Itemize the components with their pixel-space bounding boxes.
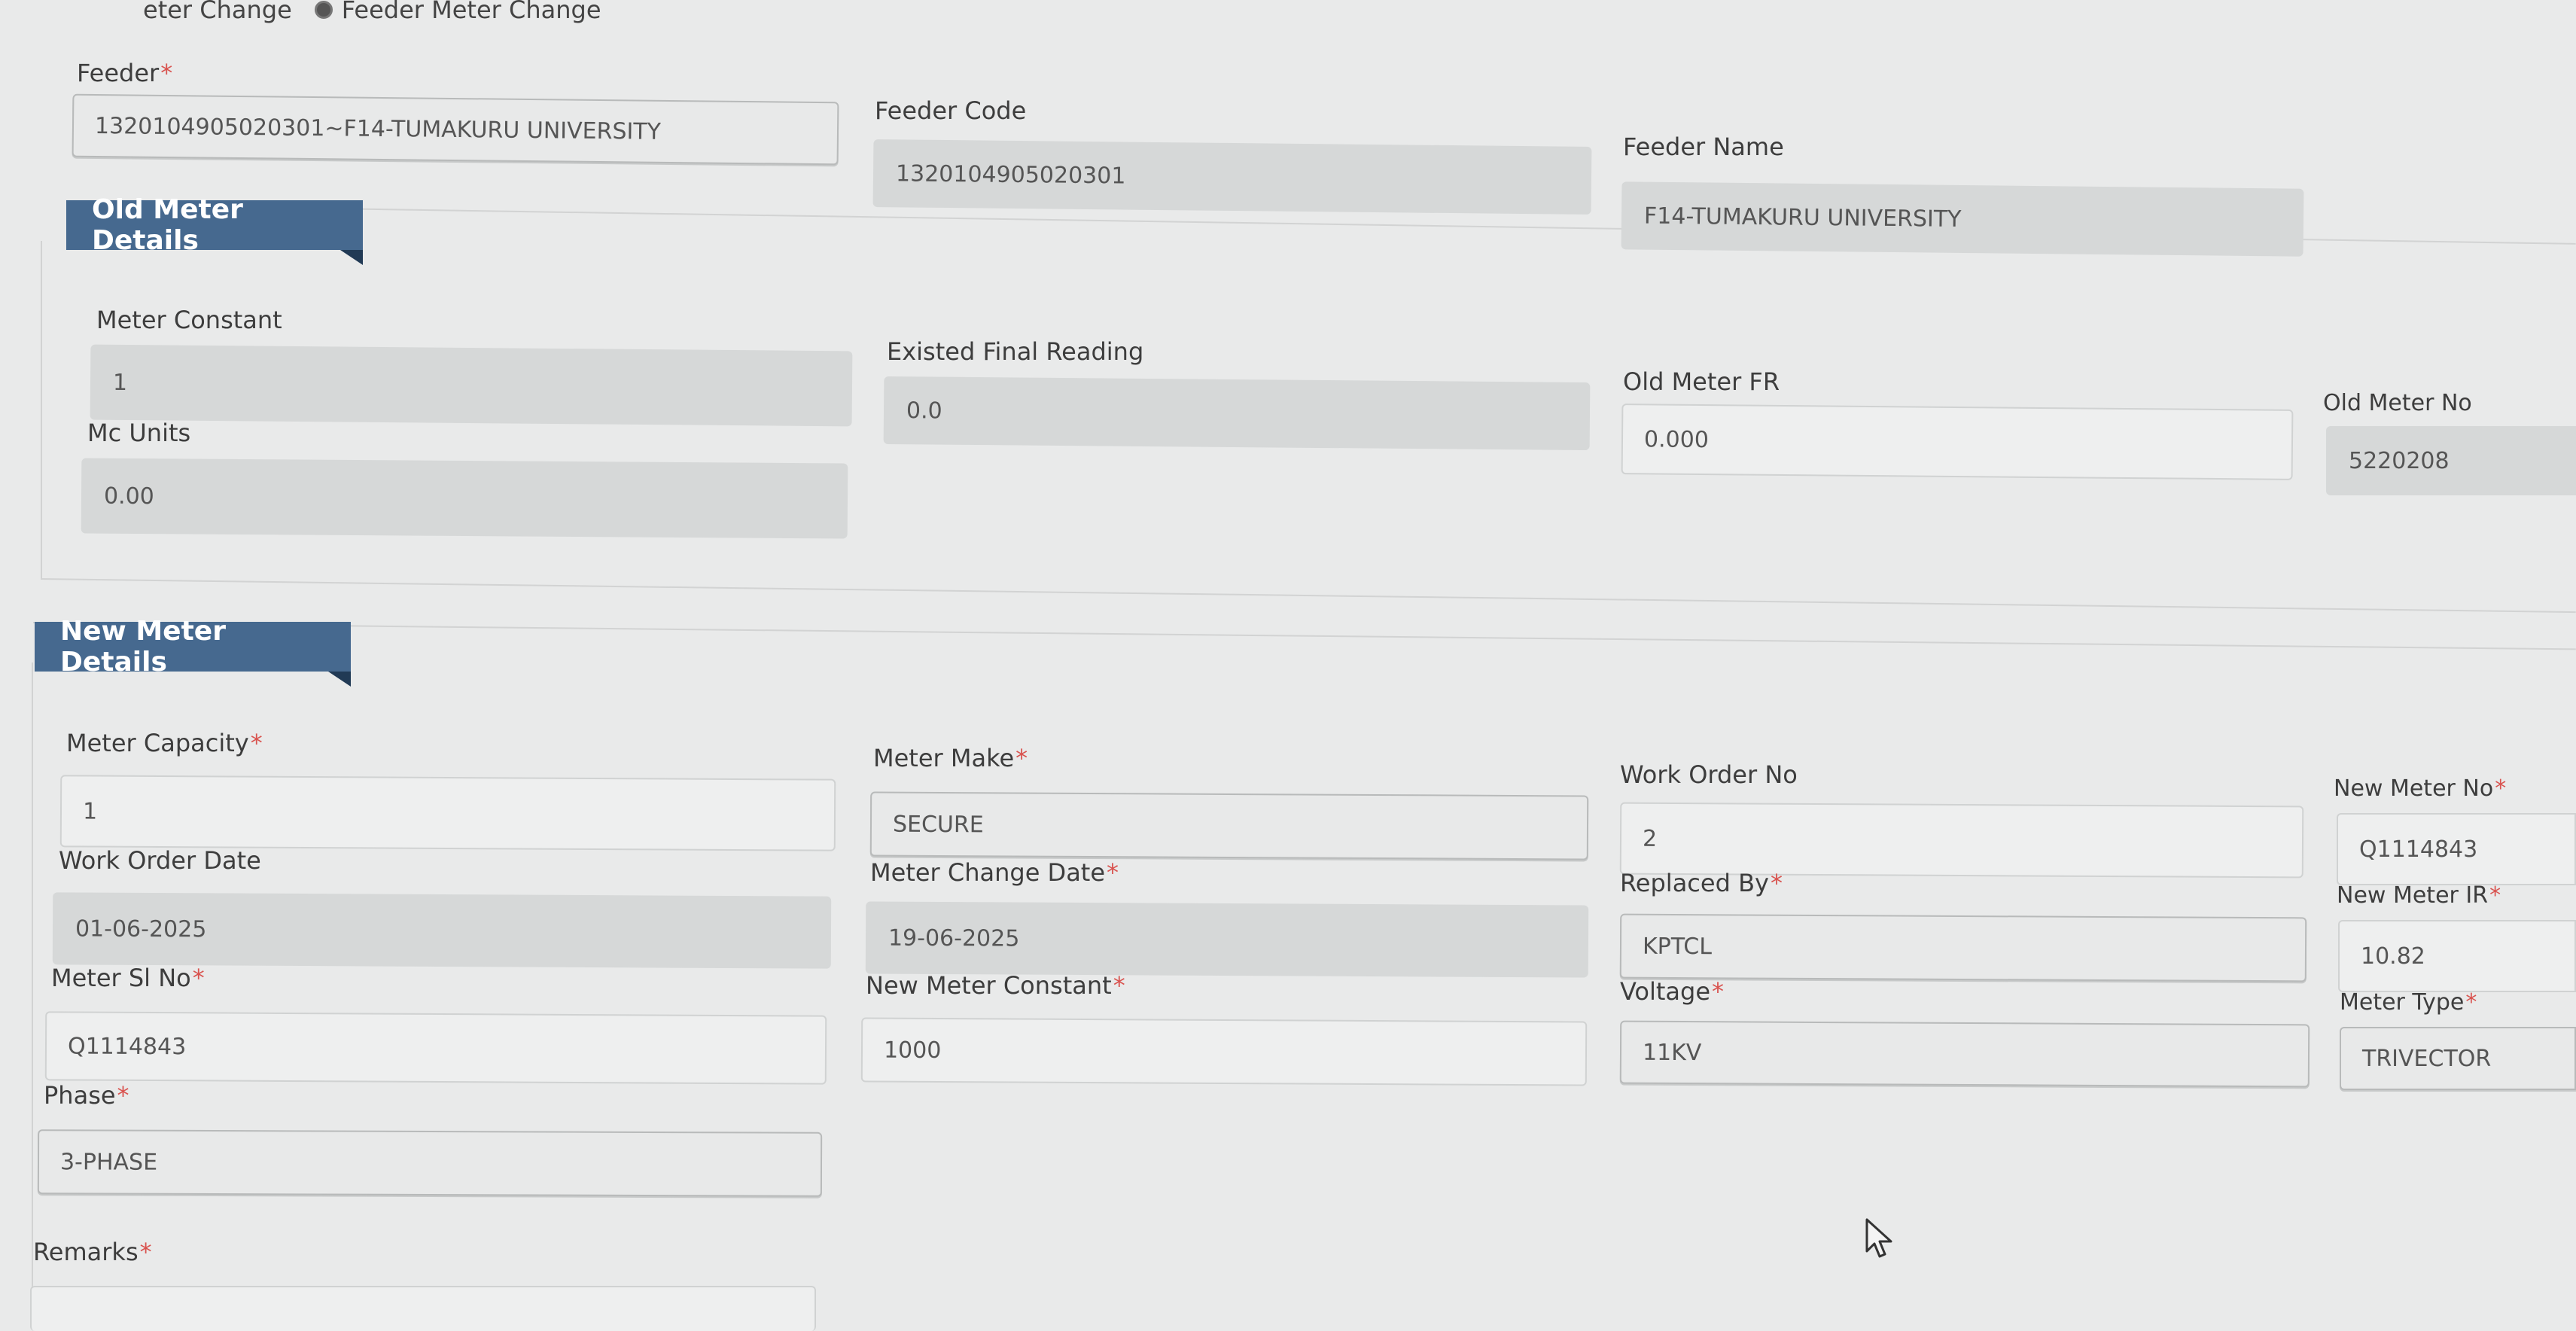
- voltage-select[interactable]: 11KV: [1619, 1020, 2310, 1088]
- feeder-select-value: 1320104905020301~F14-TUMAKURU UNIVERSITY: [94, 112, 662, 145]
- new-meter-no-value: Q1114843: [2359, 836, 2478, 863]
- meter-change-radio-label: eter Change: [143, 0, 292, 24]
- meter-make-value: SECURE: [892, 811, 984, 838]
- replaced-by-value: KPTCL: [1642, 933, 1713, 960]
- work-order-no-input[interactable]: 2: [1619, 802, 2304, 879]
- mc-units-field[interactable]: 0.00: [81, 458, 848, 539]
- new-meter-details-header: New Meter Details: [35, 616, 351, 687]
- meter-sl-no-label: Meter Sl No*: [51, 964, 205, 992]
- meter-change-date-field[interactable]: 19-06-2025: [865, 901, 1589, 978]
- meter-sl-no-input[interactable]: Q1114843: [44, 1011, 827, 1085]
- meter-type-label: Meter Type*: [2340, 989, 2477, 1016]
- old-meter-fr-label: Old Meter FR: [1623, 367, 1780, 396]
- existed-final-reading-value: 0.0: [906, 397, 942, 425]
- work-order-date-label: Work Order Date: [59, 846, 261, 875]
- voltage-value: 11KV: [1642, 1039, 1702, 1066]
- meter-make-label: Meter Make*: [873, 744, 1028, 772]
- replaced-by-select[interactable]: KPTCL: [1619, 913, 2307, 982]
- meter-constant-field[interactable]: 1: [90, 344, 853, 427]
- remarks-label: Remarks*: [33, 1238, 152, 1266]
- work-order-date-value: 01-06-2025: [75, 915, 207, 943]
- new-meter-constant-value: 1000: [883, 1037, 942, 1064]
- work-order-no-label: Work Order No: [1620, 760, 1798, 789]
- mouse-pointer-icon: [1865, 1218, 1892, 1258]
- mc-units-label: Mc Units: [87, 419, 191, 447]
- feeder-code-label: Feeder Code: [875, 96, 1027, 125]
- feeder-name-label: Feeder Name: [1623, 132, 1784, 161]
- meter-change-date-value: 19-06-2025: [888, 924, 1020, 952]
- work-order-no-value: 2: [1642, 825, 1658, 852]
- old-meter-details-header: Old Meter Details: [66, 194, 363, 265]
- meter-constant-value: 1: [112, 369, 128, 396]
- meter-capacity-input[interactable]: 1: [59, 775, 836, 851]
- ribbon-fold-icon: [328, 672, 351, 687]
- phase-select[interactable]: 3-PHASE: [37, 1129, 823, 1197]
- meter-type-select[interactable]: TRIVECTOR: [2340, 1027, 2576, 1090]
- old-meter-details-title: Old Meter Details: [92, 194, 243, 256]
- new-section-left-border: [32, 662, 33, 1314]
- new-meter-details-title: New Meter Details: [60, 616, 226, 678]
- meter-change-form: eter Change Feeder Meter Change Feeder* …: [0, 0, 2576, 1331]
- meter-sl-no-value: Q1114843: [67, 1032, 187, 1060]
- meter-constant-label: Meter Constant: [96, 306, 282, 334]
- feeder-label: Feeder*: [77, 59, 173, 87]
- meter-change-date-label: Meter Change Date*: [870, 858, 1119, 887]
- radio-selected-icon[interactable]: [314, 1, 333, 19]
- old-meter-no-label: Old Meter No: [2323, 390, 2472, 416]
- phase-value: 3-PHASE: [59, 1148, 158, 1176]
- feeder-name-value: F14-TUMAKURU UNIVERSITY: [1643, 203, 1962, 233]
- feeder-meter-change-label: Feeder Meter Change: [341, 0, 601, 24]
- replaced-by-label: Replaced By*: [1620, 869, 1783, 897]
- new-section-top-border: [32, 622, 2576, 650]
- new-meter-constant-label: New Meter Constant*: [866, 971, 1125, 1000]
- meter-capacity-value: 1: [82, 797, 98, 825]
- feeder-select[interactable]: 1320104905020301~F14-TUMAKURU UNIVERSITY: [72, 93, 839, 166]
- new-meter-constant-input[interactable]: 1000: [860, 1017, 1588, 1086]
- remarks-textarea[interactable]: [30, 1286, 816, 1331]
- feeder-code-field[interactable]: 1320104905020301: [872, 139, 1592, 215]
- work-order-date-field[interactable]: 01-06-2025: [52, 892, 832, 969]
- feeder-meter-change-radio[interactable]: Feeder Meter Change: [314, 0, 601, 24]
- old-section-left-border: [41, 241, 42, 580]
- old-meter-no-field[interactable]: 5220208: [2326, 426, 2576, 495]
- feeder-name-field[interactable]: F14-TUMAKURU UNIVERSITY: [1621, 181, 2304, 257]
- ribbon-fold-icon: [340, 250, 363, 265]
- voltage-label: Voltage*: [1620, 977, 1725, 1006]
- old-section-bottom-border: [40, 578, 2576, 614]
- meter-make-select[interactable]: SECURE: [869, 791, 1589, 860]
- phase-label: Phase*: [44, 1081, 129, 1110]
- change-type-radio-group: eter Change Feeder Meter Change: [143, 0, 601, 29]
- new-meter-ir-label: New Meter IR*: [2337, 882, 2501, 909]
- old-meter-fr-value: 0.000: [1643, 425, 1710, 453]
- mc-units-value: 0.00: [103, 483, 154, 510]
- new-meter-no-input[interactable]: Q1114843: [2337, 813, 2576, 885]
- existed-final-reading-field[interactable]: 0.0: [883, 376, 1591, 451]
- meter-capacity-label: Meter Capacity*: [66, 729, 263, 757]
- new-meter-ir-value: 10.82: [2361, 943, 2425, 970]
- meter-change-radio[interactable]: eter Change: [143, 0, 292, 24]
- existed-final-reading-label: Existed Final Reading: [887, 337, 1144, 366]
- old-meter-no-value: 5220208: [2349, 447, 2450, 474]
- meter-type-value: TRIVECTOR: [2362, 1045, 2492, 1072]
- old-meter-fr-input[interactable]: 0.000: [1621, 404, 2294, 480]
- feeder-code-value: 1320104905020301: [895, 160, 1126, 190]
- new-meter-ir-input[interactable]: 10.82: [2338, 920, 2576, 992]
- new-meter-no-label: New Meter No*: [2334, 775, 2507, 802]
